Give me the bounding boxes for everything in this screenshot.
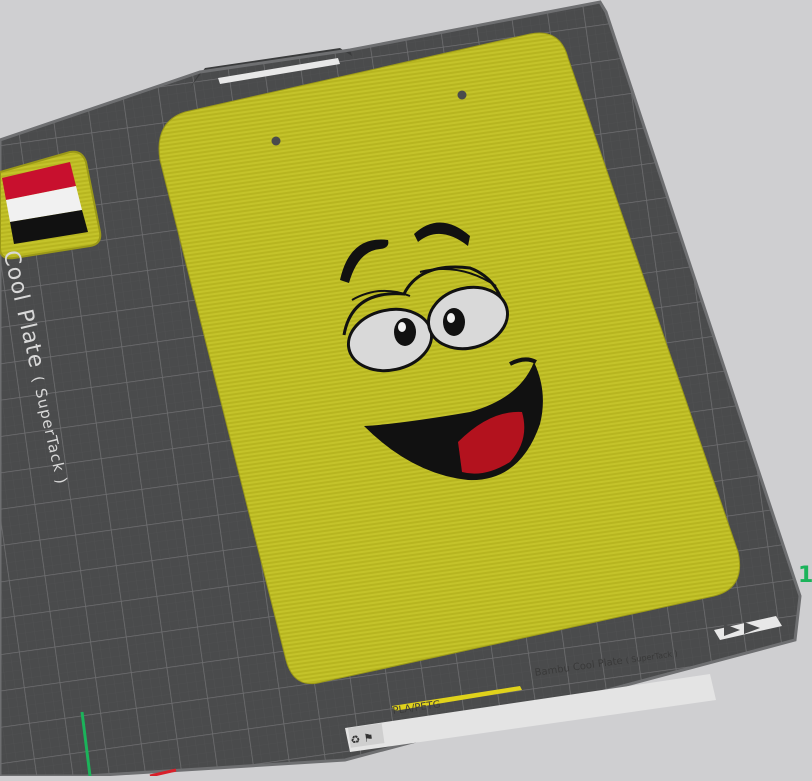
3d-viewport[interactable]: ♻ ⚑ Cool Plate (SuperTack) Bambu Cool … — [0, 0, 812, 778]
mount-hole-left — [271, 136, 281, 146]
left-pupil — [394, 318, 416, 346]
mount-hole-right — [457, 90, 467, 100]
build-plate-scene: ♻ ⚑ — [0, 0, 802, 778]
axis-indicator-label: 1 — [798, 563, 812, 588]
right-pupil — [443, 308, 465, 336]
egypt-flag-tile[interactable] — [0, 150, 102, 260]
